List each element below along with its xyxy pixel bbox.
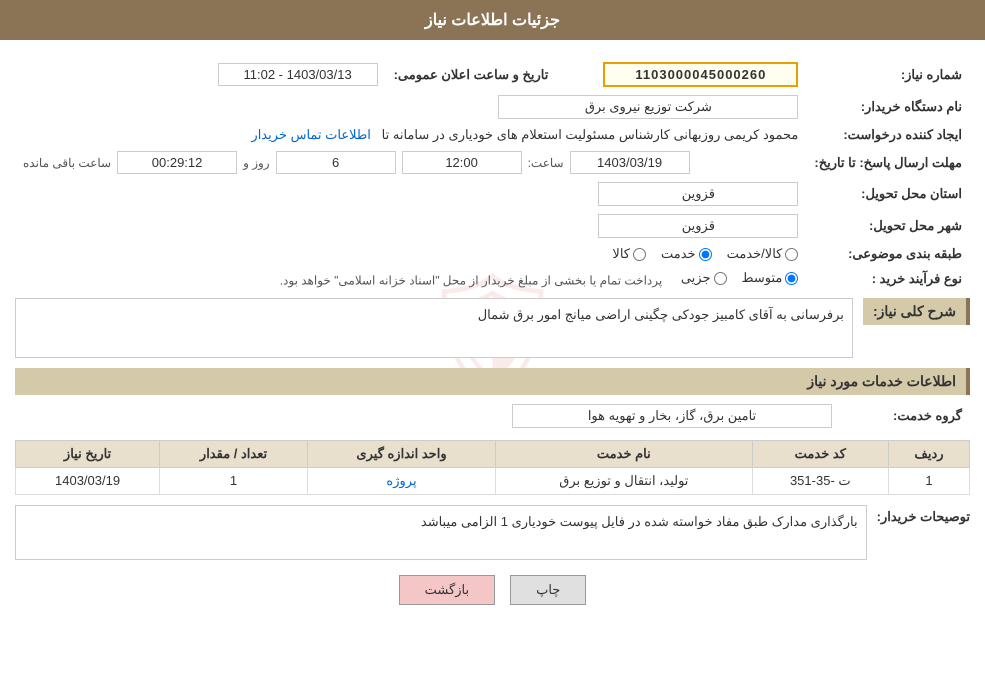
province-value: قزوین [598, 182, 798, 206]
page-title: جزئیات اطلاعات نیاز [0, 0, 985, 40]
purchase-type-radio-group: متوسط جزیی [681, 270, 799, 286]
service-group-value: تامین برق، گاز، بخار و تهویه هوا [512, 404, 832, 428]
category-option-khedmat[interactable]: خدمت [661, 246, 712, 262]
category-option-kala-khedmat[interactable]: کالا/خدمت [727, 246, 799, 262]
table-cell-quantity: 1 [160, 467, 308, 494]
table-cell-row-num: 1 [888, 467, 969, 494]
city-label: شهر محل تحویل: [806, 210, 970, 242]
service-group-label: گروه خدمت: [840, 400, 970, 432]
table-cell-unit: پروژه [307, 467, 495, 494]
table-header-quantity: تعداد / مقدار [160, 440, 308, 467]
category-label: طبقه بندی موضوعی: [806, 242, 970, 266]
creator-label: ایجاد کننده درخواست: [806, 123, 970, 147]
send-days-label: روز و [243, 156, 270, 170]
table-row: 1 ت -35-351 تولید، انتقال و توزیع برق پر… [16, 467, 970, 494]
send-time-label: ساعت: [528, 156, 564, 170]
send-time-value: 12:00 [402, 151, 522, 174]
need-number-value: 1103000045000260 [603, 62, 798, 87]
need-desc-value: برفرسانی به آقای کامبیز جودکی چگینی اراض… [15, 298, 853, 358]
city-value: قزوین [598, 214, 798, 238]
table-header-unit: واحد اندازه گیری [307, 440, 495, 467]
creator-contact-link[interactable]: اطلاعات تماس خریدار [251, 127, 370, 142]
send-remaining-value: 00:29:12 [117, 151, 237, 174]
send-remaining-label: ساعت باقی مانده [23, 156, 111, 170]
send-days-value: 6 [276, 151, 396, 174]
table-cell-service-name: تولید، انتقال و توزیع برق [496, 467, 753, 494]
buyer-org-value: شرکت توزیع نیروی برق [498, 95, 798, 119]
purchase-type-note: پرداخت تمام یا بخشی از مبلغ خریدار از مح… [280, 274, 663, 288]
purchase-type-mottavaset[interactable]: متوسط [742, 270, 799, 286]
table-cell-service-code: ت -35-351 [752, 467, 888, 494]
table-header-service-name: نام خدمت [496, 440, 753, 467]
print-button[interactable]: چاپ [510, 575, 586, 605]
services-section-title: اطلاعات خدمات مورد نیاز [15, 368, 970, 395]
need-number-label: شماره نیاز: [806, 58, 970, 91]
category-option-kala[interactable]: کالا [612, 246, 646, 262]
purchase-type-label: نوع فرآیند خرید : [806, 266, 970, 292]
header-title-text: جزئیات اطلاعات نیاز [425, 12, 560, 29]
buyer-desc-label: توصیحات خریدار: [877, 505, 970, 525]
back-button[interactable]: بازگشت [399, 575, 495, 605]
table-cell-need-date: 1403/03/19 [16, 467, 160, 494]
buyer-org-label: نام دستگاه خریدار: [806, 91, 970, 123]
creator-name: محمود کریمی روزبهانی کارشناس مسئولیت است… [382, 127, 799, 142]
table-header-row-num: ردیف [888, 440, 969, 467]
button-row: چاپ بازگشت [15, 575, 970, 605]
province-label: استان محل تحویل: [806, 178, 970, 210]
send-deadline-label: مهلت ارسال پاسخ: تا تاریخ: [806, 147, 970, 178]
need-desc-label: شرح کلی نیاز: [863, 298, 970, 325]
category-radio-group: کالا/خدمت خدمت کالا [23, 246, 798, 262]
table-header-need-date: تاریخ نیاز [16, 440, 160, 467]
announce-value: 1403/03/13 - 11:02 [218, 63, 378, 86]
purchase-type-jozi[interactable]: جزیی [681, 270, 727, 286]
announce-label: تاریخ و ساعت اعلان عمومی: [386, 58, 557, 91]
buyer-desc-value: بارگذاری مدارک طبق مفاد خواسته شده در فا… [15, 505, 867, 560]
send-date-value: 1403/03/19 [570, 151, 690, 174]
table-header-service-code: کد خدمت [752, 440, 888, 467]
